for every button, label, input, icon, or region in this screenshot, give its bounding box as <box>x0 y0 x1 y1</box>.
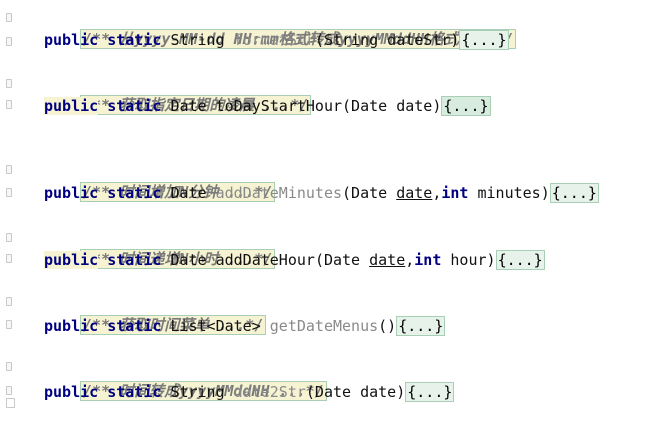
javadoc-line[interactable]: /** 时间转成yyyyMMddHH ...*/ <box>44 358 327 401</box>
fold-marker-icon[interactable] <box>6 386 12 395</box>
method-signature[interactable]: public static Date addDateHour(Date date… <box>44 249 545 271</box>
keyword-static: static <box>107 31 162 49</box>
keyword-static: static <box>107 97 162 115</box>
fold-marker-icon[interactable] <box>6 297 12 306</box>
return-type: String <box>170 383 225 401</box>
fold-marker-icon[interactable] <box>6 13 12 22</box>
keyword-static: static <box>107 251 162 269</box>
editor-right-margin <box>654 0 668 410</box>
fold-marker-icon[interactable] <box>6 362 12 371</box>
keyword-public: public <box>44 251 99 269</box>
parameter-close: minutes) <box>468 184 550 202</box>
folded-method-body[interactable]: {...} <box>405 382 455 402</box>
method-signature[interactable]: public static String formatStr(String da… <box>44 29 509 51</box>
folded-method-body[interactable]: {...} <box>441 96 491 116</box>
keyword-static: static <box>107 383 162 401</box>
method-signature[interactable]: public static Date toDayStartHour(Date d… <box>44 95 491 117</box>
keyword-public: public <box>44 184 99 202</box>
method-name[interactable]: toDayStartHour <box>216 97 342 115</box>
folded-method-body[interactable]: {...} <box>459 30 509 50</box>
parameter-close: hour) <box>441 251 496 269</box>
keyword-public: public <box>44 31 99 49</box>
parameter-date: date <box>396 184 433 202</box>
fold-marker-icon[interactable] <box>6 188 12 197</box>
return-type: List<Date> <box>170 317 261 335</box>
parameter-list: (String dateStr) <box>314 31 460 49</box>
fold-marker-icon[interactable] <box>6 165 12 174</box>
keyword-public: public <box>44 97 99 115</box>
javadoc-line[interactable]: /** 时间递增N小时 ...*/ <box>44 226 276 269</box>
fold-marker-icon[interactable] <box>6 79 12 88</box>
parameter-list: (Date date) <box>342 97 442 115</box>
parameter-list: (Date date) <box>305 383 406 401</box>
return-type: Date <box>170 97 207 115</box>
method-name[interactable]: getDateMenus <box>270 317 378 335</box>
javadoc-line[interactable]: /** 从yyyy-MM-dd HH:mm格式转成yyyyMMddHH格式 ..… <box>44 6 517 49</box>
return-type: String <box>170 31 225 49</box>
return-type: Date <box>170 184 207 202</box>
method-name[interactable]: addDateHour <box>216 251 315 269</box>
fold-marker-icon[interactable] <box>6 398 15 408</box>
keyword-static: static <box>107 184 162 202</box>
javadoc-line[interactable]: /** 获取指定日期的凌晨 ...*/ <box>44 72 312 115</box>
method-name[interactable]: addDateMinutes <box>216 184 342 202</box>
parameter-list: () <box>378 317 397 335</box>
folded-method-body[interactable]: {...} <box>396 316 446 336</box>
return-type: Date <box>170 251 207 269</box>
fold-marker-icon[interactable] <box>6 320 12 329</box>
keyword-static: static <box>107 317 162 335</box>
parameter-date: date <box>369 251 406 269</box>
method-signature[interactable]: public static Date addDateMinutes(Date d… <box>44 182 599 204</box>
javadoc-line[interactable]: /** 时间增加N分钟 ...*/ <box>44 159 276 202</box>
fold-marker-icon[interactable] <box>6 254 12 263</box>
folded-method-body[interactable]: {...} <box>495 250 545 270</box>
code-editor[interactable]: /** 从yyyy-MM-dd HH:mm格式转成yyyyMMddHH格式 ..… <box>0 0 668 410</box>
method-name[interactable]: date2Str <box>234 383 306 401</box>
fold-marker-icon[interactable] <box>6 100 12 109</box>
method-signature[interactable]: public static List<Date> getDateMenus(){… <box>44 315 446 337</box>
keyword-public: public <box>44 317 99 335</box>
parameter-separator: , <box>405 251 415 269</box>
parameter-open: (Date <box>314 251 370 269</box>
keyword-public: public <box>44 383 99 401</box>
method-signature[interactable]: public static String date2Str(Date date)… <box>44 381 455 403</box>
javadoc-line[interactable]: /** 获取时间菜单 ...*/ <box>44 292 267 335</box>
fold-marker-icon[interactable] <box>6 233 12 242</box>
editor-gutter <box>0 0 15 410</box>
method-name[interactable]: formatStr <box>234 31 315 49</box>
fold-marker-icon[interactable] <box>6 37 12 46</box>
folded-method-body[interactable]: {...} <box>549 183 599 203</box>
parameter-open: (Date <box>342 184 397 202</box>
keyword-int: int <box>441 184 469 202</box>
keyword-int: int <box>414 251 442 269</box>
